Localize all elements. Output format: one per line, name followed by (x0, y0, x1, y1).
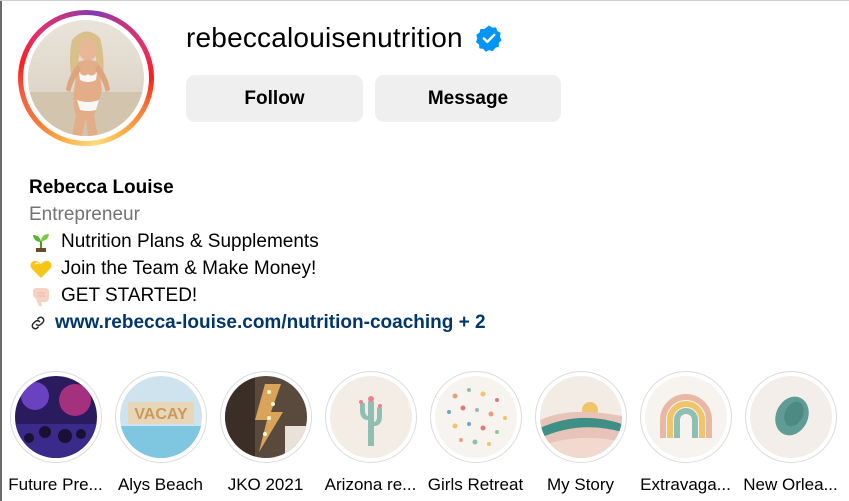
highlight-ring[interactable] (430, 371, 522, 463)
profile-username: rebeccalouisenutrition (186, 22, 463, 53)
profile-full-name: Rebecca Louise (29, 177, 174, 198)
highlight-cover (330, 376, 412, 458)
bio-line: Nutrition Plans & Supplements (29, 228, 486, 255)
highlight-label: My Story (546, 475, 615, 494)
bio-line-text: GET STARTED! (61, 285, 198, 306)
bio-link[interactable]: www.rebecca-louise.com/nutrition-coachin… (29, 309, 486, 336)
link-icon (31, 316, 45, 329)
highlight-cover (225, 376, 307, 458)
message-button[interactable]: Message (375, 75, 561, 122)
bio-link-text[interactable]: www.rebecca-louise.com/nutrition-coachin… (55, 309, 486, 336)
highlight-label: Future Pre... (8, 475, 103, 494)
window-edge (0, 0, 2, 501)
highlight-label: Arizona re... (324, 475, 417, 494)
highlight-cover (750, 376, 832, 458)
highlight-cover (435, 376, 517, 458)
highlight-label: Girls Retreat (427, 475, 524, 494)
bio-line: GET STARTED! (29, 282, 486, 309)
highlight-ring[interactable] (535, 371, 627, 463)
follow-button[interactable]: Follow (186, 75, 363, 122)
highlight-cover (645, 376, 727, 458)
highlight-ring[interactable] (640, 371, 732, 463)
highlight-cover: VACAY (120, 376, 202, 458)
avatar (28, 20, 144, 136)
seedling-icon (33, 233, 49, 252)
svg-text:VACAY: VACAY (134, 406, 188, 423)
highlight-ring[interactable] (220, 371, 312, 463)
highlight-cover (15, 376, 97, 458)
highlight-ring[interactable] (325, 371, 417, 463)
profile-category: Entrepreneur (29, 204, 140, 225)
avatar-photo-image (28, 20, 144, 136)
yellow-heart-icon (30, 260, 52, 278)
bio-line-text: Join the Team & Make Money! (61, 258, 317, 279)
verified-badge-icon (475, 25, 502, 52)
profile-bio: Rebecca Louise Entrepreneur Nutrition Pl… (29, 174, 486, 336)
highlight-ring[interactable]: VACAY (115, 371, 207, 463)
highlight-label: New Orlea... (743, 475, 838, 494)
bio-line-text: Nutrition Plans & Supplements (61, 231, 319, 252)
avatar-ring-gap (23, 15, 149, 141)
profile-avatar-story-ring[interactable] (18, 10, 154, 146)
pointing-hand-icon (33, 287, 49, 306)
highlight-ring[interactable] (745, 371, 837, 463)
profile-username-row: rebeccalouisenutrition (186, 22, 503, 54)
highlight-cover (540, 376, 622, 458)
bio-line: Join the Team & Make Money! (29, 255, 486, 282)
highlight-label: Alys Beach (117, 475, 204, 494)
window-top-edge (0, 0, 849, 1)
highlight-label: JKO 2021 (227, 475, 304, 494)
highlight-ring[interactable] (10, 371, 102, 463)
story-highlights: Future Pre... VACAY Alys Beach JKO 2021 … (8, 371, 849, 501)
highlight-label: Extravaga... (640, 475, 731, 494)
